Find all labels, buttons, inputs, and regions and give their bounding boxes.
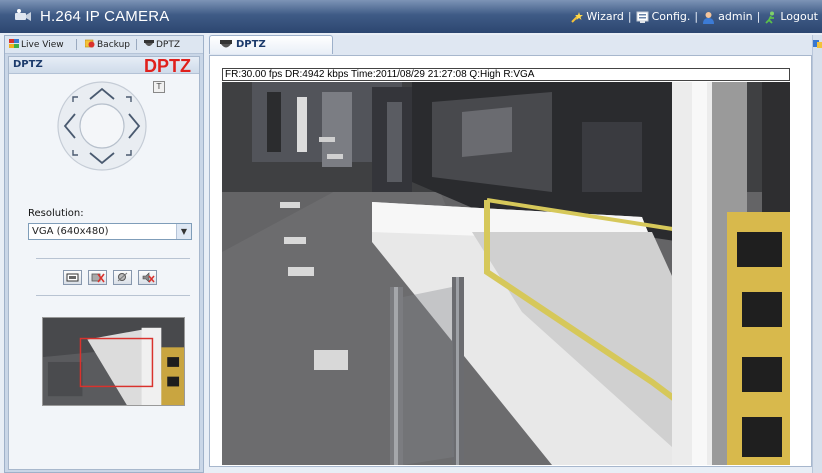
camera-logo-icon (15, 9, 31, 21)
ptz-center-button[interactable] (79, 103, 125, 149)
user-link[interactable]: admin (702, 10, 753, 24)
logout-label: Logout (780, 10, 818, 24)
config-icon (636, 11, 649, 23)
resolution-label: Resolution: (28, 208, 84, 219)
divider (36, 258, 190, 259)
dptz-panel: DPTZ DPTZ T Resolution: VGA (640x480) ▼ (8, 56, 200, 470)
dome-camera-icon (144, 40, 154, 46)
t-button[interactable]: T (153, 81, 165, 93)
divider (36, 295, 190, 296)
tab-dptz-view-label: DPTZ (236, 39, 266, 50)
live-view-icon (9, 39, 19, 48)
camera-video-feed[interactable] (222, 82, 790, 465)
user-icon (703, 11, 715, 24)
dptz-preview-thumbnail[interactable] (42, 317, 185, 406)
dptz-banner-label: DPTZ (144, 56, 191, 76)
wizard-label: Wizard (586, 10, 624, 24)
tab-dptz-view[interactable]: DPTZ (209, 35, 333, 54)
snapshot-icon (66, 273, 79, 282)
mute-button[interactable] (138, 270, 157, 285)
resolution-select[interactable]: VGA (640x480) ▼ (28, 223, 192, 240)
tab-backup[interactable]: Backup (85, 39, 130, 50)
top-menu: Wizard | Config. | admin | Logout (570, 10, 818, 24)
tab-dptz[interactable]: DPTZ (144, 39, 180, 50)
left-panel: Live View Backup DPTZ DPTZ DPTZ T Resolu… (4, 35, 204, 473)
chevron-down-icon[interactable]: ▼ (176, 224, 191, 239)
ptz-control-pad (57, 81, 147, 171)
tool-icon-row (63, 270, 163, 287)
backup-icon (85, 39, 95, 48)
mute-icon (142, 272, 155, 283)
wizard-icon (571, 11, 584, 23)
snapshot-button[interactable] (63, 270, 82, 285)
zoom-button[interactable] (113, 270, 132, 285)
stop-record-icon (91, 273, 105, 283)
tab-backup-label: Backup (97, 40, 130, 50)
logout-icon (765, 11, 775, 24)
config-label: Config. (651, 10, 691, 24)
menu-separator: | (627, 10, 632, 23)
left-tab-bar: Live View Backup DPTZ (5, 36, 203, 54)
tab-divider (76, 39, 77, 50)
stop-record-button[interactable] (88, 270, 107, 285)
title-bar: H.264 IP CAMERA Wizard | Config. | admin… (0, 0, 822, 33)
resolution-value: VGA (640x480) (32, 226, 109, 237)
wizard-link[interactable]: Wizard (570, 10, 624, 24)
tab-dptz-label: DPTZ (156, 40, 181, 50)
menu-separator: | (756, 10, 761, 23)
menu-separator: | (694, 10, 699, 23)
tab-divider (136, 39, 137, 50)
dptz-panel-header: DPTZ DPTZ (9, 56, 199, 76)
tab-live-view[interactable]: Live View (9, 39, 64, 50)
logout-link[interactable]: Logout (764, 10, 818, 24)
video-status-overlay: FR:30.00 fps DR:4942 kbps Time:2011/08/2… (222, 68, 790, 81)
right-edge-strip (812, 35, 822, 473)
config-link[interactable]: Config. (636, 10, 691, 24)
zoom-icon (117, 272, 128, 282)
app-title: H.264 IP CAMERA (40, 8, 170, 25)
user-label: admin (718, 10, 753, 24)
dome-camera-icon (220, 40, 232, 48)
dptz-panel-title: DPTZ (13, 59, 43, 70)
toolbar-edge-icon[interactable] (813, 39, 822, 49)
tab-live-view-label: Live View (21, 40, 64, 50)
